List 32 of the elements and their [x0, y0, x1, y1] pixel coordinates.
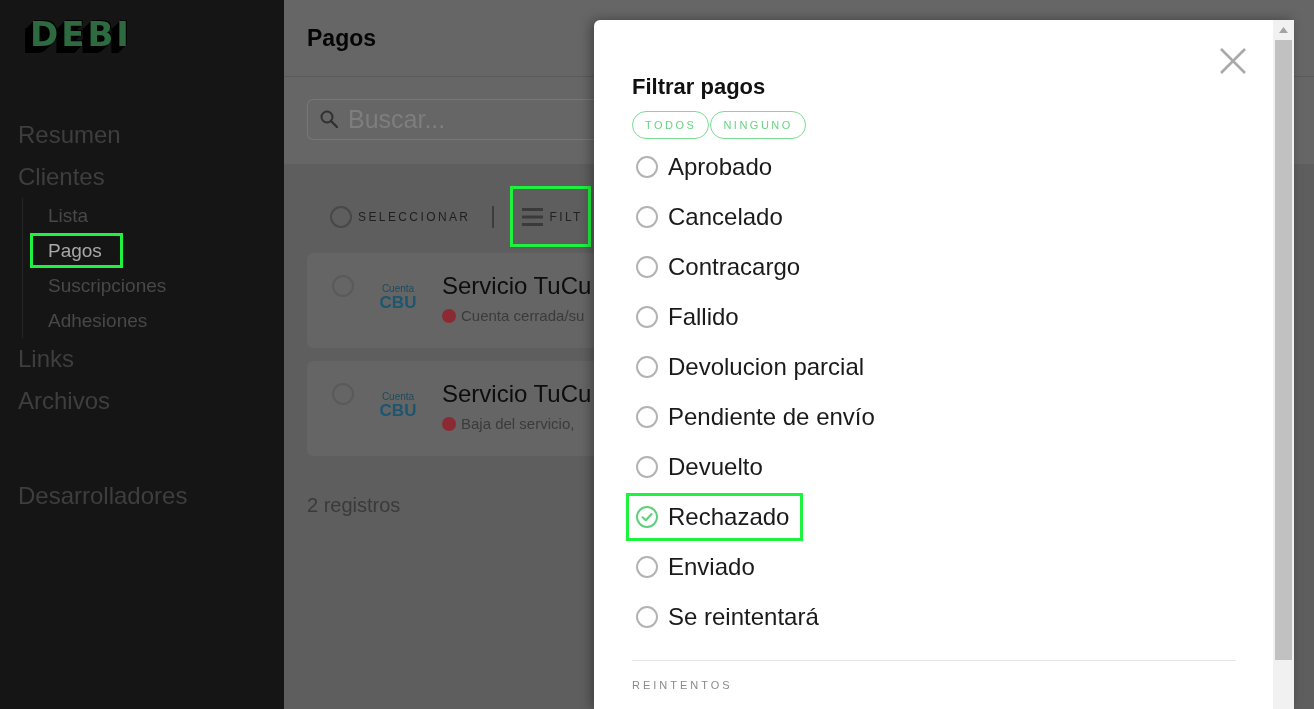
- logo-caption: Cuenta: [381, 283, 415, 294]
- scroll-up-icon[interactable]: [1279, 27, 1288, 33]
- filter-option[interactable]: Fallido: [626, 293, 753, 341]
- menu-icon: [522, 207, 544, 226]
- logo-caption: Cuenta: [381, 391, 415, 402]
- filter-option[interactable]: Aprobado: [626, 143, 787, 191]
- filter-option[interactable]: Enviado: [626, 543, 769, 591]
- filter-option[interactable]: Rechazado: [626, 493, 804, 541]
- filter-button[interactable]: FILT: [510, 186, 591, 247]
- filter-option[interactable]: Pendiente de envío: [626, 393, 889, 441]
- scrollbar-thumb[interactable]: [1275, 40, 1292, 660]
- payment-method-logo: CBU: [379, 402, 417, 419]
- quick-select-button[interactable]: TODOS: [632, 111, 710, 139]
- search-icon: [320, 110, 338, 128]
- quick-select-button[interactable]: NINGUNO: [710, 111, 806, 139]
- section-label: REINTENTOS: [632, 679, 733, 691]
- scrollbar-track[interactable]: [1273, 20, 1294, 709]
- filter-option[interactable]: Se reintentará: [626, 593, 833, 641]
- close-button[interactable]: [1220, 48, 1246, 74]
- brand-logo[interactable]: DEBI: [22, 14, 135, 62]
- close-icon: [1220, 48, 1246, 74]
- payment-title: Servicio TuCu: [442, 380, 592, 408]
- nav-subitem[interactable]: Pagos: [30, 233, 123, 268]
- dialog-title: Filtrar pagos: [632, 74, 766, 100]
- select-button[interactable]: SELECCIONAR: [330, 205, 471, 228]
- filter-option[interactable]: Contracargo: [626, 243, 815, 291]
- payment-title: Servicio TuCu: [442, 272, 592, 300]
- filter-option[interactable]: Cancelado: [626, 193, 797, 241]
- filter-option[interactable]: Devolucion parcial: [626, 343, 879, 391]
- page-title: Pagos: [307, 24, 377, 52]
- filter-option[interactable]: Devuelto: [626, 443, 777, 491]
- payment-method-logo: CBU: [379, 294, 417, 311]
